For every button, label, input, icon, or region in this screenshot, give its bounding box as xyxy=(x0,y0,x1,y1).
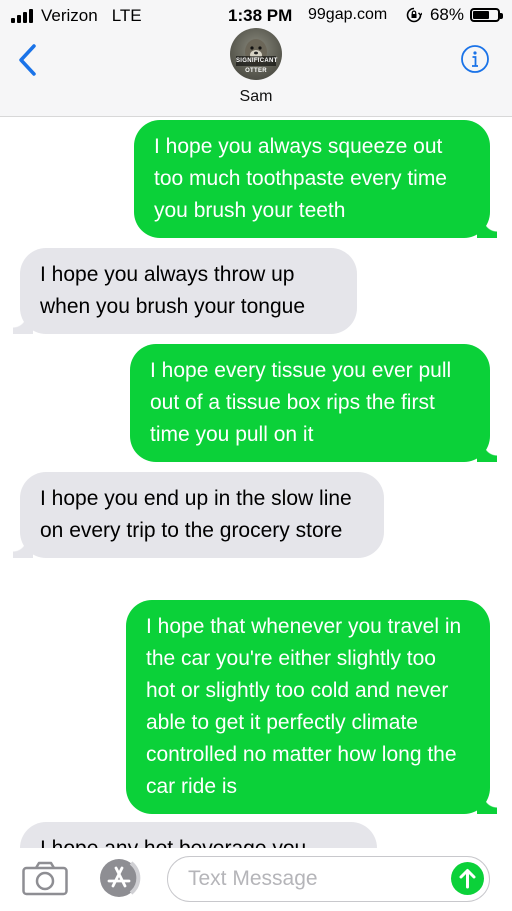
signal-bars-icon xyxy=(11,9,35,23)
contact-name[interactable]: Sam xyxy=(0,88,512,106)
message-bubble-sent[interactable]: I hope every tissue you ever pull out of… xyxy=(130,344,497,462)
battery-level xyxy=(473,11,489,19)
app-store-icon[interactable] xyxy=(96,857,142,899)
message-bubble-sent[interactable]: I hope that whenever you travel in the c… xyxy=(126,600,497,814)
camera-icon[interactable] xyxy=(22,860,68,896)
network-type: LTE xyxy=(111,6,142,25)
battery-icon xyxy=(470,8,503,22)
message-input[interactable] xyxy=(186,863,430,895)
status-time: 1:38 PM xyxy=(228,6,293,25)
info-icon[interactable] xyxy=(460,44,490,74)
rotation-lock-icon xyxy=(406,7,422,23)
avatar-caption: SIGNIFICANT OTTER xyxy=(236,56,278,74)
carrier-name: Verizon xyxy=(41,6,98,25)
battery-percent: 68% xyxy=(429,5,464,24)
send-arrow-icon xyxy=(459,869,476,889)
message-text: I hope every tissue you ever pull out of… xyxy=(150,359,452,446)
back-chevron-icon[interactable] xyxy=(14,42,42,78)
message-bubble-sent[interactable]: I hope you always squeeze out too much t… xyxy=(134,120,497,238)
message-text: I hope you always throw up when you brus… xyxy=(40,263,306,318)
message-bubble-received[interactable]: I hope you always throw up when you brus… xyxy=(13,248,357,334)
message-text: I hope that whenever you travel in the c… xyxy=(146,615,462,798)
message-bubble-received[interactable]: I hope you end up in the slow line on ev… xyxy=(13,472,384,558)
send-button[interactable] xyxy=(451,862,484,895)
watermark-site: 99gap.com xyxy=(308,6,388,23)
contact-avatar[interactable]: SIGNIFICANT OTTER xyxy=(230,28,282,80)
message-input-field[interactable] xyxy=(167,856,490,902)
compose-bar xyxy=(0,848,512,911)
message-text: I hope you end up in the slow line on ev… xyxy=(40,487,352,542)
message-text: I hope you always squeeze out too much t… xyxy=(154,135,447,222)
